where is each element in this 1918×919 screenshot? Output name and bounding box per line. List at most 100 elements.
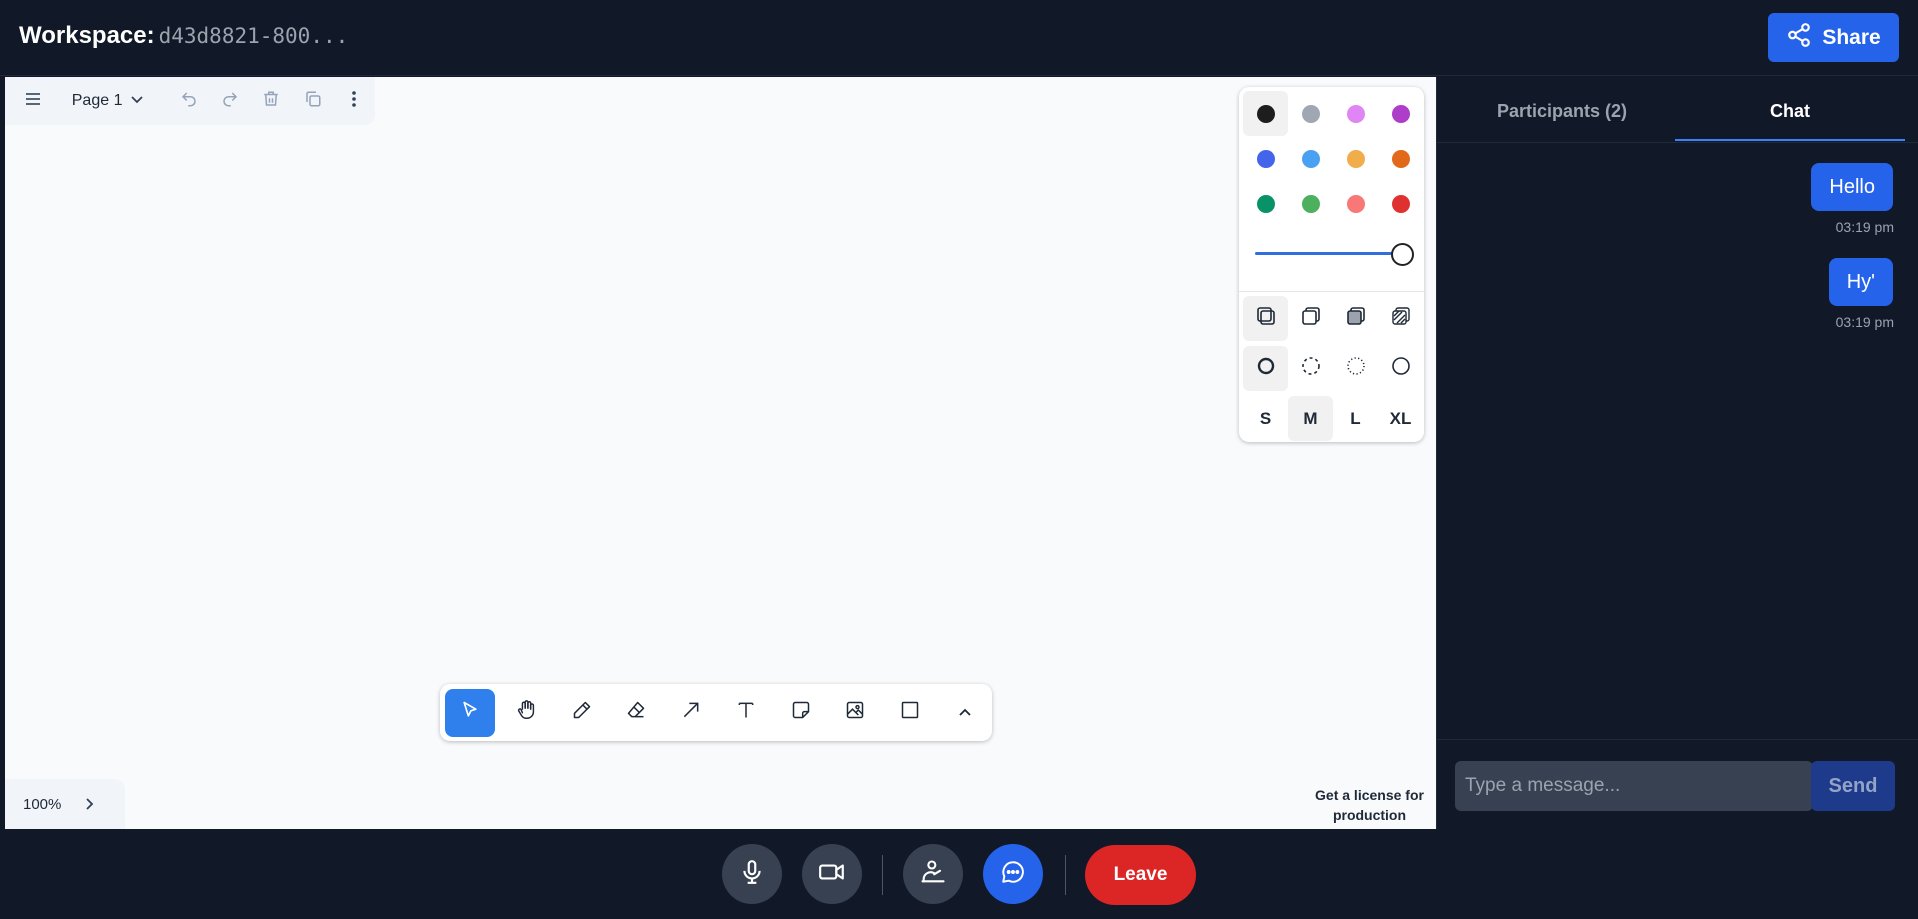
share-button[interactable]: Share <box>1768 13 1899 62</box>
header: Workspace: d43d8821-800... Share <box>0 0 1918 76</box>
fill-none-icon <box>1256 306 1276 331</box>
color-swatch-yellow[interactable] <box>1333 136 1378 181</box>
menu-button[interactable] <box>17 81 48 121</box>
slider-thumb[interactable] <box>1391 243 1414 266</box>
eraser-tool[interactable] <box>609 689 664 737</box>
tool-bar <box>440 684 992 741</box>
color-swatch-orange[interactable] <box>1378 136 1423 181</box>
color-swatch-light-red[interactable] <box>1333 181 1378 226</box>
message-input[interactable] <box>1455 761 1813 811</box>
license-line-1: Get a license for <box>1315 787 1424 803</box>
color-swatch-violet[interactable] <box>1378 91 1423 136</box>
zoom-level[interactable]: 100% <box>23 796 85 813</box>
draw-tool[interactable] <box>554 689 609 737</box>
screen-share-button[interactable] <box>903 844 963 904</box>
image-tool-icon <box>845 700 865 725</box>
eraser-tool-icon <box>626 700 646 725</box>
text-tool-icon <box>736 700 756 725</box>
fill-pattern-button[interactable] <box>1378 296 1423 341</box>
chat-toggle-button[interactable] <box>983 844 1043 904</box>
chat-message: Hello <box>1811 163 1893 211</box>
microphone-icon <box>739 859 765 890</box>
license-link[interactable]: Get a license for production <box>1302 785 1437 825</box>
note-tool-icon <box>791 700 811 725</box>
style-panel: S M L XL <box>1239 87 1424 442</box>
color-swatch-light-violet[interactable] <box>1333 91 1378 136</box>
image-tool[interactable] <box>828 689 883 737</box>
color-dot <box>1346 149 1365 168</box>
more-button[interactable] <box>334 81 375 121</box>
color-swatch-red[interactable] <box>1378 181 1423 226</box>
note-tool[interactable] <box>773 689 828 737</box>
canvas-top-toolbar: Page 1 <box>5 77 375 125</box>
rectangle-tool[interactable] <box>883 689 938 737</box>
select-tool-icon <box>460 700 480 725</box>
hand-tool[interactable] <box>500 689 555 737</box>
menu-icon <box>25 92 41 111</box>
tab-participants[interactable]: Participants (2) <box>1447 97 1677 141</box>
video-camera-icon <box>818 859 846 890</box>
slider-track <box>1255 252 1397 255</box>
send-button[interactable]: Send <box>1811 761 1895 811</box>
duplicate-button[interactable] <box>292 81 333 121</box>
fill-options <box>1243 296 1423 341</box>
arrow-tool[interactable] <box>664 689 719 737</box>
opacity-slider[interactable] <box>1255 242 1415 266</box>
trash-icon <box>262 90 280 113</box>
size-l-button[interactable]: L <box>1333 396 1378 441</box>
dash-solid-button[interactable] <box>1378 346 1423 391</box>
more-vertical-icon <box>351 90 357 113</box>
undo-button[interactable] <box>168 81 209 121</box>
color-swatch-green[interactable] <box>1243 181 1288 226</box>
color-swatch-light-green[interactable] <box>1288 181 1333 226</box>
hand-tool-icon <box>516 699 538 726</box>
chevron-right-icon[interactable] <box>85 797 95 811</box>
fill-semi-button[interactable] <box>1288 296 1333 341</box>
fill-solid-button[interactable] <box>1333 296 1378 341</box>
color-dot <box>1301 104 1320 123</box>
redo-icon <box>221 90 239 113</box>
side-panel: Participants (2) Chat Hello 03:19 pm Hy'… <box>1436 77 1918 829</box>
delete-button[interactable] <box>251 81 292 121</box>
color-swatch-blue[interactable] <box>1243 136 1288 181</box>
select-tool[interactable] <box>445 688 495 737</box>
arrow-tool-icon <box>681 700 701 725</box>
color-dot <box>1391 104 1410 123</box>
color-dot <box>1346 104 1365 123</box>
camera-button[interactable] <box>802 844 862 904</box>
dash-dashed-button[interactable] <box>1288 346 1333 391</box>
size-xl-button[interactable]: XL <box>1378 396 1423 441</box>
tab-chat[interactable]: Chat <box>1675 97 1905 141</box>
color-swatch-grey[interactable] <box>1288 91 1333 136</box>
dash-dashed-icon <box>1301 356 1321 381</box>
color-swatch-light-blue[interactable] <box>1288 136 1333 181</box>
size-m-button[interactable]: M <box>1288 396 1333 441</box>
dash-dotted-button[interactable] <box>1333 346 1378 391</box>
fill-pattern-icon <box>1391 306 1411 331</box>
chat-message: Hy' <box>1828 258 1893 306</box>
fill-none-button[interactable] <box>1243 296 1288 341</box>
dash-draw-button[interactable] <box>1243 346 1288 391</box>
microphone-button[interactable] <box>722 844 782 904</box>
redo-button[interactable] <box>209 81 250 121</box>
divider <box>1065 855 1066 895</box>
color-dot <box>1256 194 1275 213</box>
size-options: S M L XL <box>1243 396 1423 441</box>
color-dot <box>1256 149 1275 168</box>
zoom-control: 100% <box>5 779 125 829</box>
divider <box>1239 291 1424 292</box>
size-s-button[interactable]: S <box>1243 396 1288 441</box>
panel-tabs: Participants (2) Chat <box>1437 77 1918 143</box>
more-tools-button[interactable] <box>937 689 992 737</box>
text-tool[interactable] <box>719 689 774 737</box>
chat-input-area: Send <box>1437 739 1918 829</box>
person-presenting-icon <box>919 858 947 891</box>
call-controls: Leave <box>0 829 1918 919</box>
duplicate-icon <box>304 90 322 113</box>
color-dot <box>1391 194 1410 213</box>
page-selector[interactable]: Page 1 <box>48 81 168 121</box>
rectangle-tool-icon <box>900 700 920 725</box>
color-swatches <box>1243 91 1423 226</box>
color-swatch-black[interactable] <box>1243 91 1288 136</box>
leave-button[interactable]: Leave <box>1085 845 1196 905</box>
